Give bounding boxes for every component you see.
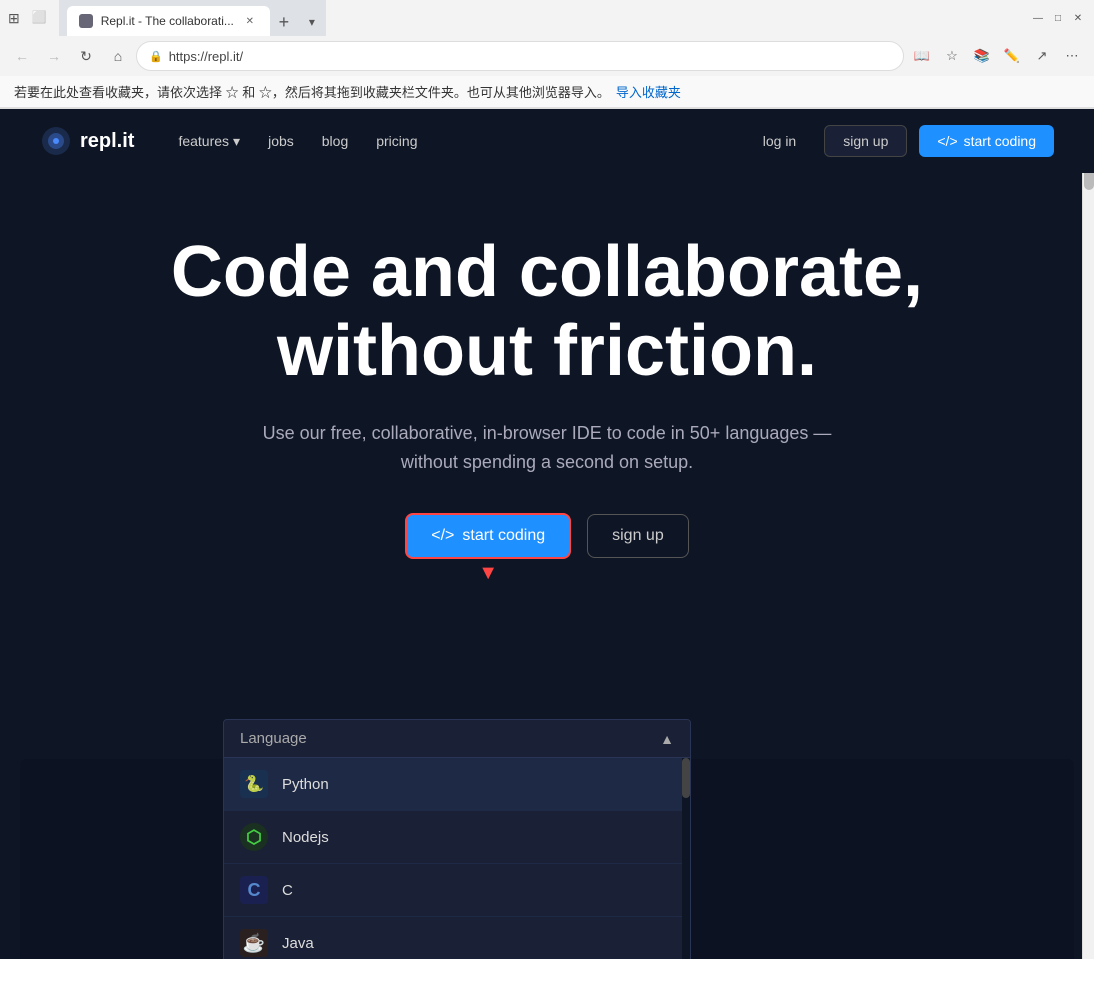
more-button[interactable]: ⋯: [1058, 42, 1086, 70]
dropdown-item-java[interactable]: ☕ Java: [224, 917, 690, 959]
active-tab[interactable]: Repl.it - The collaborati... ✕: [67, 6, 270, 36]
new-tab-button[interactable]: +: [270, 8, 298, 36]
reader-mode-button[interactable]: 📖: [908, 42, 936, 70]
tab-bar: Repl.it - The collaborati... ✕ + ▾: [59, 0, 326, 36]
dropdown-list: 🐍 Python ⬡ Nodejs C C ☕ Java: [224, 758, 690, 959]
c-icon: C: [240, 876, 268, 904]
window-controls[interactable]: ⊞ ⬜: [8, 10, 47, 27]
forward-button[interactable]: →: [40, 42, 68, 70]
back-button[interactable]: ←: [8, 42, 36, 70]
url-display: https://repl.it/: [169, 49, 243, 64]
signup-hero-button[interactable]: sign up: [587, 514, 689, 558]
tab-title: Repl.it - The collaborati...: [101, 14, 234, 28]
c-label: C: [282, 882, 293, 899]
nav-links: features ▾ jobs blog pricing: [166, 127, 429, 156]
login-button[interactable]: log in: [747, 127, 812, 155]
dropdown-item-python[interactable]: 🐍 Python: [224, 758, 690, 811]
java-label: Java: [282, 935, 314, 952]
logo-icon: [40, 125, 72, 157]
favorites-button[interactable]: ☆: [938, 42, 966, 70]
dropdown-item-c[interactable]: C C: [224, 864, 690, 917]
dropdown-item-nodejs[interactable]: ⬡ Nodejs: [224, 811, 690, 864]
address-bar[interactable]: 🔒 https://repl.it/: [136, 41, 904, 71]
toolbar-actions: 📖 ☆ 📚 ✏️ ↗ ⋯: [908, 42, 1086, 70]
nav-right: log in sign up </> start coding: [747, 125, 1054, 157]
minimize-button[interactable]: —: [1030, 10, 1046, 26]
code-hero-icon: </>: [431, 527, 454, 545]
title-bar: ⊞ ⬜ Repl.it - The collaborati... ✕ + ▾ —…: [0, 0, 1094, 36]
import-link[interactable]: 导入收藏夹: [616, 82, 681, 101]
dropdown-scrollbar-thumb: [682, 758, 690, 798]
lock-icon: 🔒: [149, 50, 163, 63]
address-bar-row: ← → ↻ ⌂ 🔒 https://repl.it/ 📖 ☆ 📚 ✏️ ↗ ⋯: [0, 36, 1094, 76]
page-content: repl.it features ▾ jobs blog pricing log…: [0, 109, 1094, 959]
start-coding-nav-button[interactable]: </> start coding: [919, 125, 1054, 157]
java-icon: ☕: [240, 929, 268, 957]
dropdown-placeholder: Language: [240, 730, 307, 747]
close-button[interactable]: ✕: [1070, 10, 1086, 26]
notification-bar: 若要在此处查看收藏夹，请依次选择 ☆ 和 ☆，然后将其拖到收藏夹栏文件夹。也可从…: [0, 76, 1094, 108]
start-coding-nav-label: start coding: [964, 133, 1036, 149]
logo[interactable]: repl.it: [40, 125, 134, 157]
hero-section: Code and collaborate, without friction. …: [0, 173, 1094, 599]
navbar: repl.it features ▾ jobs blog pricing log…: [0, 109, 1094, 173]
pricing-link[interactable]: pricing: [364, 127, 429, 155]
home-button[interactable]: ⌂: [104, 42, 132, 70]
python-icon: 🐍: [240, 770, 268, 798]
hero-buttons: </> start coding ▼ sign up: [40, 513, 1054, 559]
start-coding-hero-label: start coding: [462, 527, 545, 545]
features-link[interactable]: features ▾: [166, 127, 252, 156]
language-dropdown[interactable]: Language ▲ 🐍 Python ⬡ Nodejs: [223, 719, 691, 959]
tab-list-button[interactable]: ▾: [298, 8, 326, 36]
features-chevron-icon: ▾: [233, 133, 240, 150]
tab-close-button[interactable]: ✕: [242, 13, 258, 29]
nodejs-icon: ⬡: [240, 823, 268, 851]
system-icon: ⊞: [8, 10, 20, 27]
logo-text: repl.it: [80, 130, 134, 153]
language-dropdown-wrapper: Language ▲ 🐍 Python ⬡ Nodejs: [223, 719, 691, 959]
blog-link[interactable]: blog: [310, 127, 360, 155]
dropdown-header[interactable]: Language ▲: [224, 720, 690, 758]
tab-favicon: [79, 14, 93, 28]
jobs-link[interactable]: jobs: [256, 127, 306, 155]
python-label: Python: [282, 776, 329, 793]
signup-button[interactable]: sign up: [824, 125, 907, 157]
dropdown-arrow-icon: ▼: [478, 562, 498, 585]
share-button[interactable]: ↗: [1028, 42, 1056, 70]
refresh-button[interactable]: ↻: [72, 42, 100, 70]
hero-title: Code and collaborate, without friction.: [40, 233, 1054, 391]
notification-text: 若要在此处查看收藏夹，请依次选择 ☆ 和 ☆，然后将其拖到收藏夹栏文件夹。也可从…: [14, 82, 610, 101]
dropdown-chevron-icon: ▲: [660, 731, 674, 747]
hero-subtitle: Use our free, collaborative, in-browser …: [247, 419, 847, 477]
notes-button[interactable]: ✏️: [998, 42, 1026, 70]
dropdown-scrollbar[interactable]: [682, 758, 690, 959]
maximize-button[interactable]: □: [1050, 10, 1066, 26]
collections-button[interactable]: 📚: [968, 42, 996, 70]
nodejs-label: Nodejs: [282, 829, 329, 846]
tab-icon: ⬜: [32, 10, 47, 27]
start-coding-hero-button[interactable]: </> start coding ▼: [405, 513, 571, 559]
code-icon: </>: [937, 133, 957, 149]
